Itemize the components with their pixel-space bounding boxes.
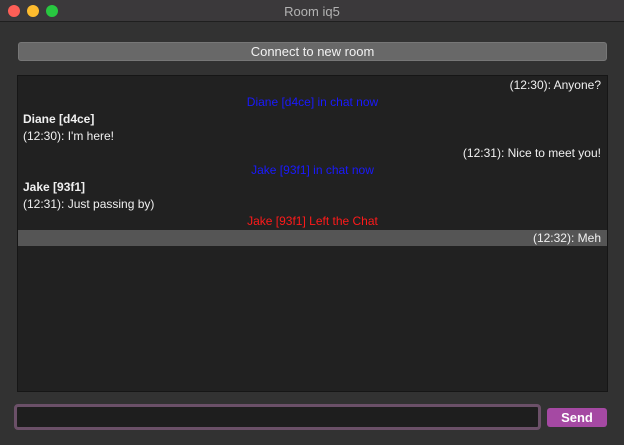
title-bar: Room iq5 xyxy=(0,0,624,22)
system-join-message: Diane [d4ce] in chat now xyxy=(246,95,379,109)
selected-own-message[interactable]: (12:32): Meh xyxy=(18,230,607,246)
own-message: (12:31): Nice to meet you! xyxy=(462,146,601,160)
incoming-message: (12:30): I'm here! xyxy=(23,129,114,143)
window-title: Room iq5 xyxy=(284,4,340,19)
send-button[interactable]: Send xyxy=(547,408,607,427)
message-input[interactable] xyxy=(14,404,541,430)
system-leave-message: Jake [93f1] Left the Chat xyxy=(247,214,378,228)
connect-new-room-button[interactable]: Connect to new room xyxy=(18,42,607,61)
chat-log[interactable]: (12:30): Anyone? Diane [d4ce] in chat no… xyxy=(17,75,608,392)
sender-name: Jake [93f1] xyxy=(23,180,86,194)
system-join-message: Jake [93f1] in chat now xyxy=(251,163,374,177)
incoming-message: (12:31): Just passing by) xyxy=(23,197,155,211)
own-message: (12:30): Anyone? xyxy=(509,78,601,92)
sender-name: Diane [d4ce] xyxy=(23,112,95,126)
